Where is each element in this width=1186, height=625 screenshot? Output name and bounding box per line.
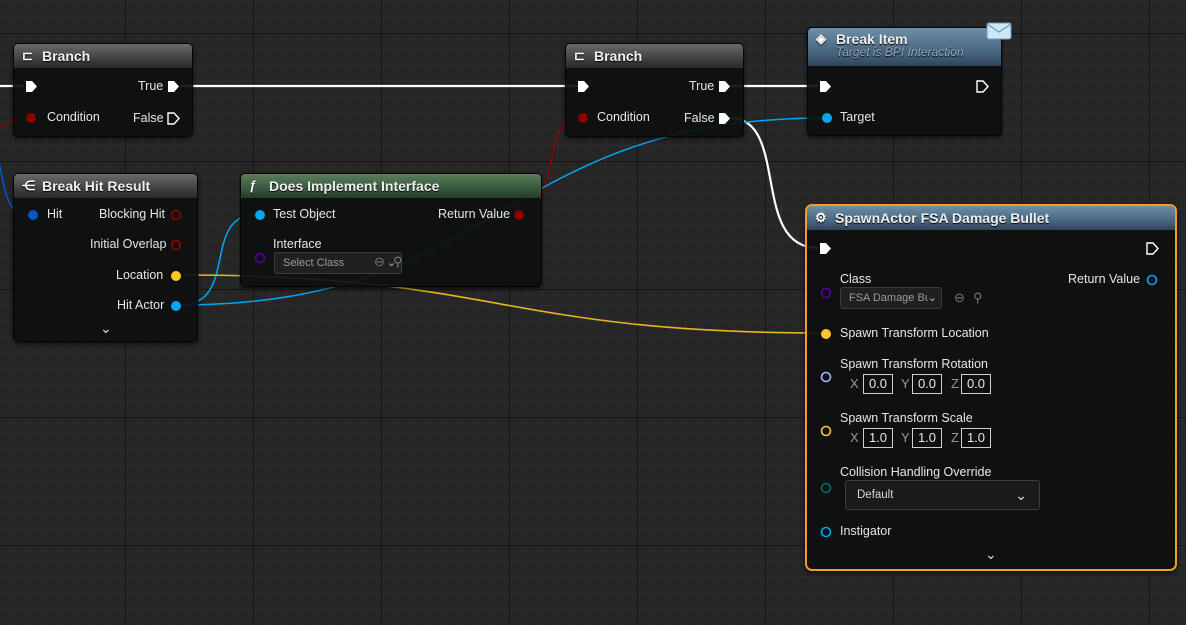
scale-z-axis-label: Z [951,430,959,445]
true-label: True [138,79,164,93]
spawn-actor-header[interactable]: ⚙ SpawnActor FSA Damage Bullet [807,206,1175,230]
branch-node-1[interactable]: ⊏ Branch True Condition False [13,43,193,137]
instigator-label: Instigator [840,524,892,538]
browse-search-icon[interactable]: ⚲ [393,254,403,270]
spawn-location-label: Spawn Transform Location [840,326,989,340]
class-pin[interactable] [820,287,832,299]
expand-chevron-icon[interactable]: ⌄ [100,320,112,337]
true-label: True [689,79,715,93]
exec-in-pin[interactable] [577,80,590,93]
break-struct-icon: ⋲ [22,178,35,193]
node-subtitle: Target is BPI Interaction [836,45,964,59]
spawn-location-pin[interactable] [820,328,832,340]
scale-z-input[interactable]: 1.0 [961,428,991,448]
break-item-node[interactable]: ◈ Break Item Target is BPI Interaction T… [807,27,1002,136]
spawn-scale-label: Spawn Transform Scale [840,411,973,425]
exec-true-pin[interactable] [167,80,180,93]
scale-y-axis-label: Y [901,430,910,445]
condition-pin[interactable] [25,112,37,124]
browse-search-icon[interactable]: ⚲ [973,290,983,306]
rotation-y-axis-label: Y [901,376,910,391]
class-label: Class [840,272,872,286]
spawn-rotation-pin[interactable] [820,371,832,383]
initial-overlap-label: Initial Overlap [90,237,167,251]
test-object-label: Test Object [273,207,336,221]
location-label: Location [116,268,164,282]
interface-pin[interactable] [254,252,266,264]
scale-x-input[interactable]: 1.0 [863,428,893,448]
exec-true-pin[interactable] [718,80,731,93]
return-value-label: Return Value [1068,272,1141,286]
target-label: Target [840,110,875,124]
target-pin[interactable] [821,112,833,124]
exec-false-pin[interactable] [718,112,731,125]
initial-overlap-pin[interactable] [170,239,182,251]
spawn-actor-node[interactable]: ⚙ SpawnActor FSA Damage Bullet Class FSA… [805,204,1177,571]
node-title: Branch [42,48,91,64]
chevron-down-icon: ⌄ [927,288,937,308]
break-hit-result-node[interactable]: ⋲ Break Hit Result Hit Blocking Hit Init… [13,173,198,342]
use-selected-icon[interactable]: ⊖ [374,254,385,270]
branch-node-2[interactable]: ⊏ Branch True Condition False [565,43,744,137]
exec-out-pin[interactable] [976,80,989,93]
rotation-z-axis-label: Z [951,376,959,391]
collision-override-pin[interactable] [820,482,832,494]
spawn-actor-icon: ⚙ [815,210,827,225]
function-icon: ƒ [249,178,257,193]
node-title: SpawnActor FSA Damage Bullet [835,210,1050,226]
hit-pin[interactable] [27,209,39,221]
class-select[interactable]: FSA Damage Bu ⌄ [840,287,942,309]
interface-label: Interface [273,237,322,251]
does-implement-interface-node[interactable]: ƒ Does Implement Interface Test Object R… [240,173,542,287]
condition-pin[interactable] [577,112,589,124]
exec-in-pin[interactable] [819,80,832,93]
rotation-x-input[interactable]: 0.0 [863,374,893,394]
hit-actor-label: Hit Actor [117,298,165,312]
branch-icon: ⊏ [574,48,585,63]
return-value-pin[interactable] [1146,274,1158,286]
exec-in-pin[interactable] [25,80,38,93]
spawn-rotation-label: Spawn Transform Rotation [840,357,988,371]
rotation-x-axis-label: X [850,376,859,391]
blocking-hit-pin[interactable] [170,209,182,221]
return-value-pin[interactable] [513,209,525,221]
condition-label: Condition [47,110,100,124]
instigator-pin[interactable] [820,526,832,538]
return-value-label: Return Value [438,207,511,221]
does-implement-interface-header[interactable]: ƒ Does Implement Interface [241,174,541,198]
node-title: Does Implement Interface [269,178,440,194]
interface-call-icon: ◈ [816,31,826,46]
false-label: False [133,111,164,125]
node-title: Branch [594,48,643,64]
false-label: False [684,111,715,125]
exec-out-pin[interactable] [1146,242,1159,255]
rotation-z-input[interactable]: 0.0 [961,374,991,394]
exec-false-pin[interactable] [167,112,180,125]
branch-icon: ⊏ [22,48,33,63]
spawn-scale-pin[interactable] [820,425,832,437]
branch-node-1-header[interactable]: ⊏ Branch [14,44,192,68]
rotation-y-input[interactable]: 0.0 [912,374,942,394]
test-object-pin[interactable] [254,209,266,221]
hit-label: Hit [47,207,63,221]
location-pin[interactable] [170,270,182,282]
node-title: Break Hit Result [42,178,151,194]
condition-label: Condition [597,110,650,124]
expand-chevron-icon[interactable]: ⌄ [985,546,997,563]
collision-override-dropdown[interactable]: Default ⌄ [845,480,1040,510]
break-hit-result-header[interactable]: ⋲ Break Hit Result [14,174,197,198]
collision-override-label: Collision Handling Override [840,465,992,479]
blocking-hit-label: Blocking Hit [99,207,165,221]
break-item-header[interactable]: ◈ Break Item Target is BPI Interaction [808,28,1001,66]
chevron-down-icon: ⌄ [1015,487,1027,503]
scale-y-input[interactable]: 1.0 [912,428,942,448]
message-envelope-icon [986,22,1012,40]
branch-node-2-header[interactable]: ⊏ Branch [566,44,743,68]
use-selected-icon[interactable]: ⊖ [954,290,965,306]
scale-x-axis-label: X [850,430,859,445]
hit-actor-pin[interactable] [170,300,182,312]
exec-in-pin[interactable] [819,242,832,255]
